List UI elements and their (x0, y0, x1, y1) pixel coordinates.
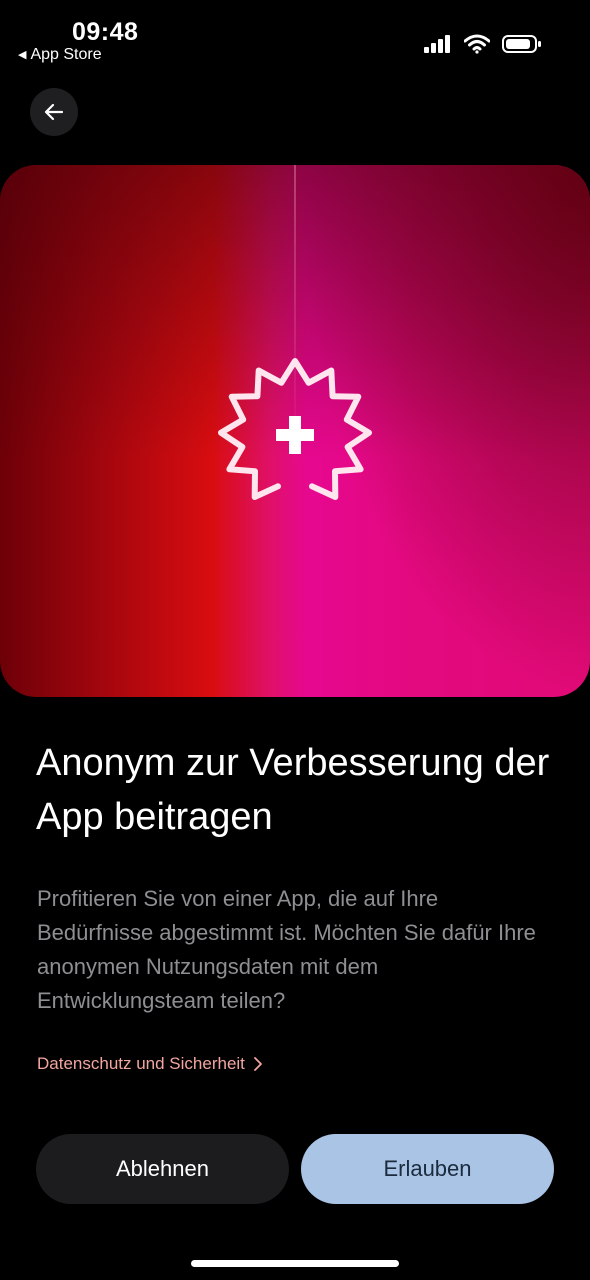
back-triangle-icon: ◀ (18, 48, 27, 61)
status-time: 09:48 (72, 18, 139, 46)
decline-button-label: Ablehnen (116, 1156, 209, 1181)
back-button[interactable] (30, 88, 78, 136)
back-to-app-label: App Store (30, 46, 102, 63)
hero-banner (0, 165, 590, 697)
page-title: Anonym zur Verbesserung der App beitrage… (36, 742, 550, 838)
seal-plus-icon (218, 358, 372, 500)
wifi-icon (464, 34, 490, 54)
allow-button[interactable]: Erlauben (301, 1134, 554, 1204)
privacy-link[interactable]: Datenschutz und Sicherheit (37, 1054, 263, 1074)
description-text: Profitieren Sie von einer App, die auf I… (37, 886, 536, 1013)
chevron-right-icon (254, 1057, 262, 1071)
cellular-signal-icon (424, 35, 450, 53)
allow-button-label: Erlauben (383, 1156, 472, 1181)
battery-icon (502, 35, 541, 53)
home-indicator (191, 1260, 399, 1267)
back-to-app-link[interactable]: ◀ App Store (18, 46, 102, 64)
arrow-left-icon (44, 103, 64, 121)
status-icons (424, 34, 542, 54)
status-bar: 09:48 ◀ App Store (0, 0, 590, 80)
decline-button[interactable]: Ablehnen (36, 1134, 289, 1204)
privacy-link-label: Datenschutz und Sicherheit (37, 1054, 245, 1073)
